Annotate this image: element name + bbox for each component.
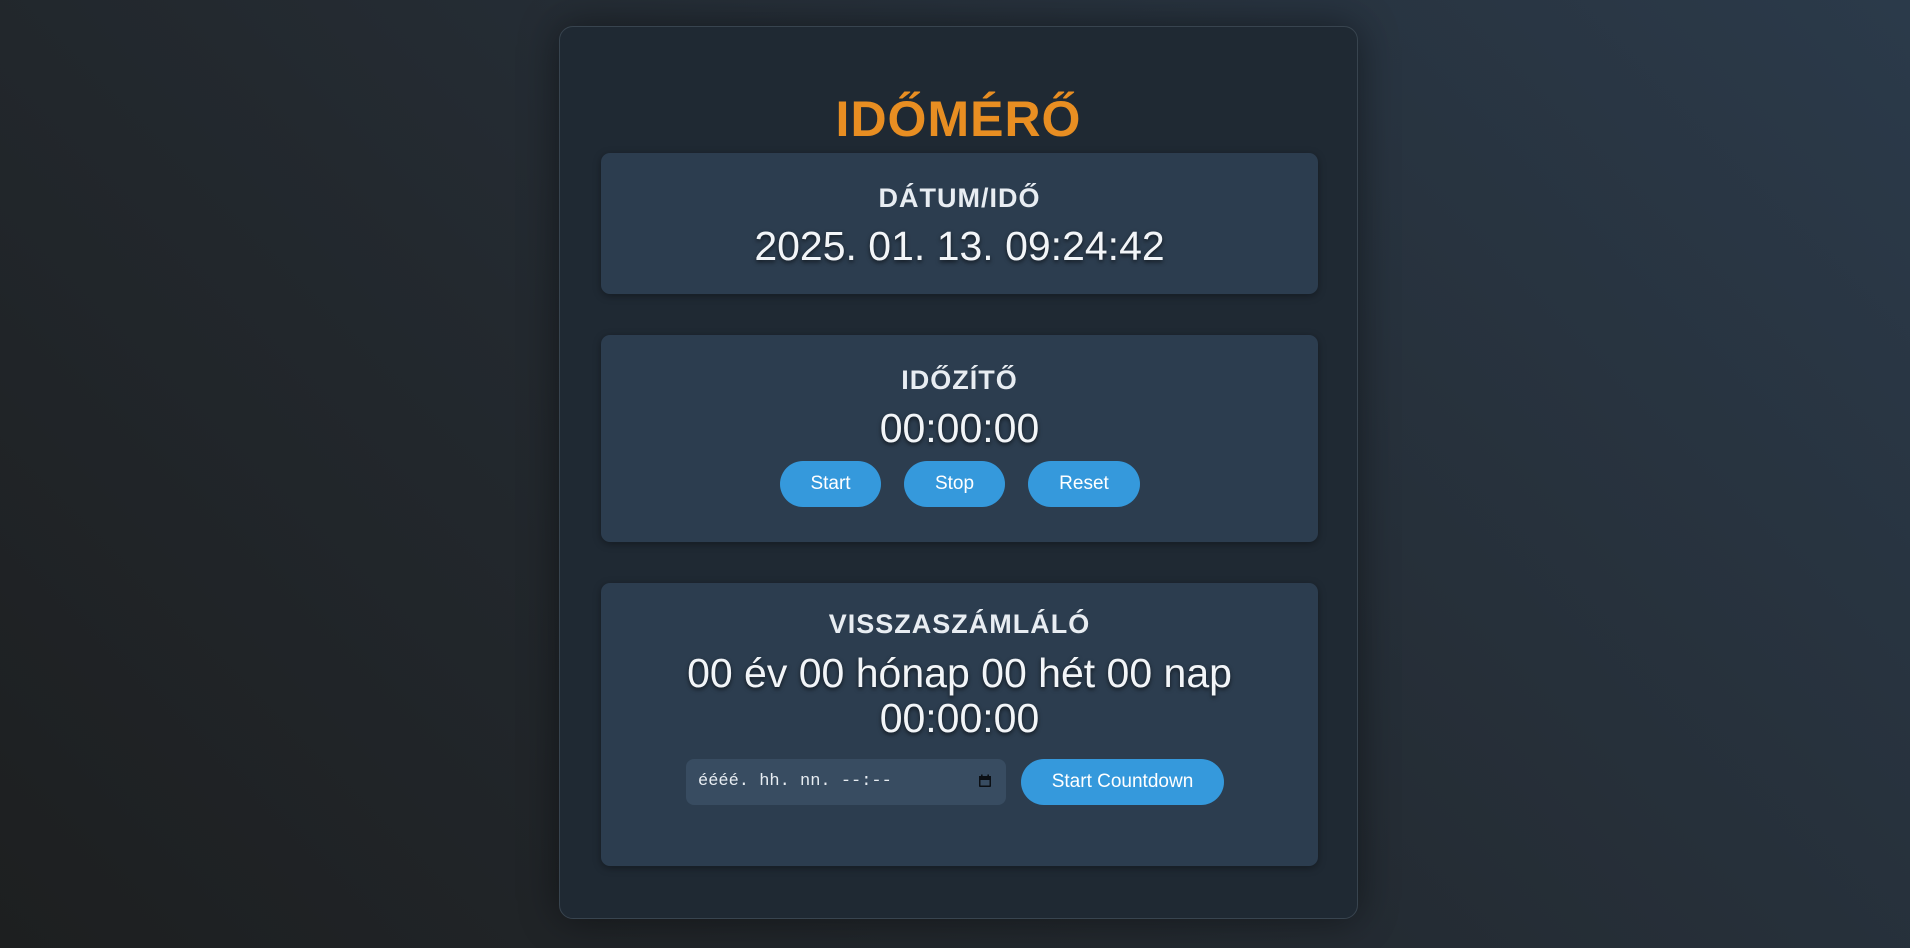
main-panel: IDŐMÉRŐ DÁTUM/IDŐ 2025. 01. 13. 09:24:42… <box>559 26 1358 919</box>
start-countdown-button[interactable]: Start Countdown <box>1021 759 1224 805</box>
timer-value: 00:00:00 <box>879 405 1040 451</box>
timer-reset-button[interactable]: Reset <box>1028 461 1140 507</box>
timer-heading: IDŐZÍTŐ <box>901 365 1018 395</box>
countdown-value-line1: 00 év 00 hónap 00 hét 00 nap <box>687 650 1232 696</box>
datetime-value: 2025. 01. 13. 09:24:42 <box>754 223 1165 269</box>
calendar-icon[interactable] <box>978 774 992 788</box>
datetime-heading: DÁTUM/IDŐ <box>878 183 1041 213</box>
app-title: IDŐMÉRŐ <box>835 91 1082 147</box>
datetime-card: DÁTUM/IDŐ 2025. 01. 13. 09:24:42 <box>601 153 1318 294</box>
countdown-datetime-input[interactable]: éééé. hh. nn. --:-- <box>686 759 1006 805</box>
timer-stop-button[interactable]: Stop <box>904 461 1005 507</box>
timer-start-button[interactable]: Start <box>780 461 881 507</box>
countdown-card: VISSZASZÁMLÁLÓ 00 év 00 hónap 00 hét 00 … <box>601 583 1318 866</box>
countdown-value-line2: 00:00:00 <box>879 695 1040 741</box>
timer-card: IDŐZÍTŐ 00:00:00 Start Stop Reset <box>601 335 1318 542</box>
countdown-heading: VISSZASZÁMLÁLÓ <box>828 609 1091 639</box>
countdown-input-placeholder: éééé. hh. nn. --:-- <box>698 772 892 791</box>
